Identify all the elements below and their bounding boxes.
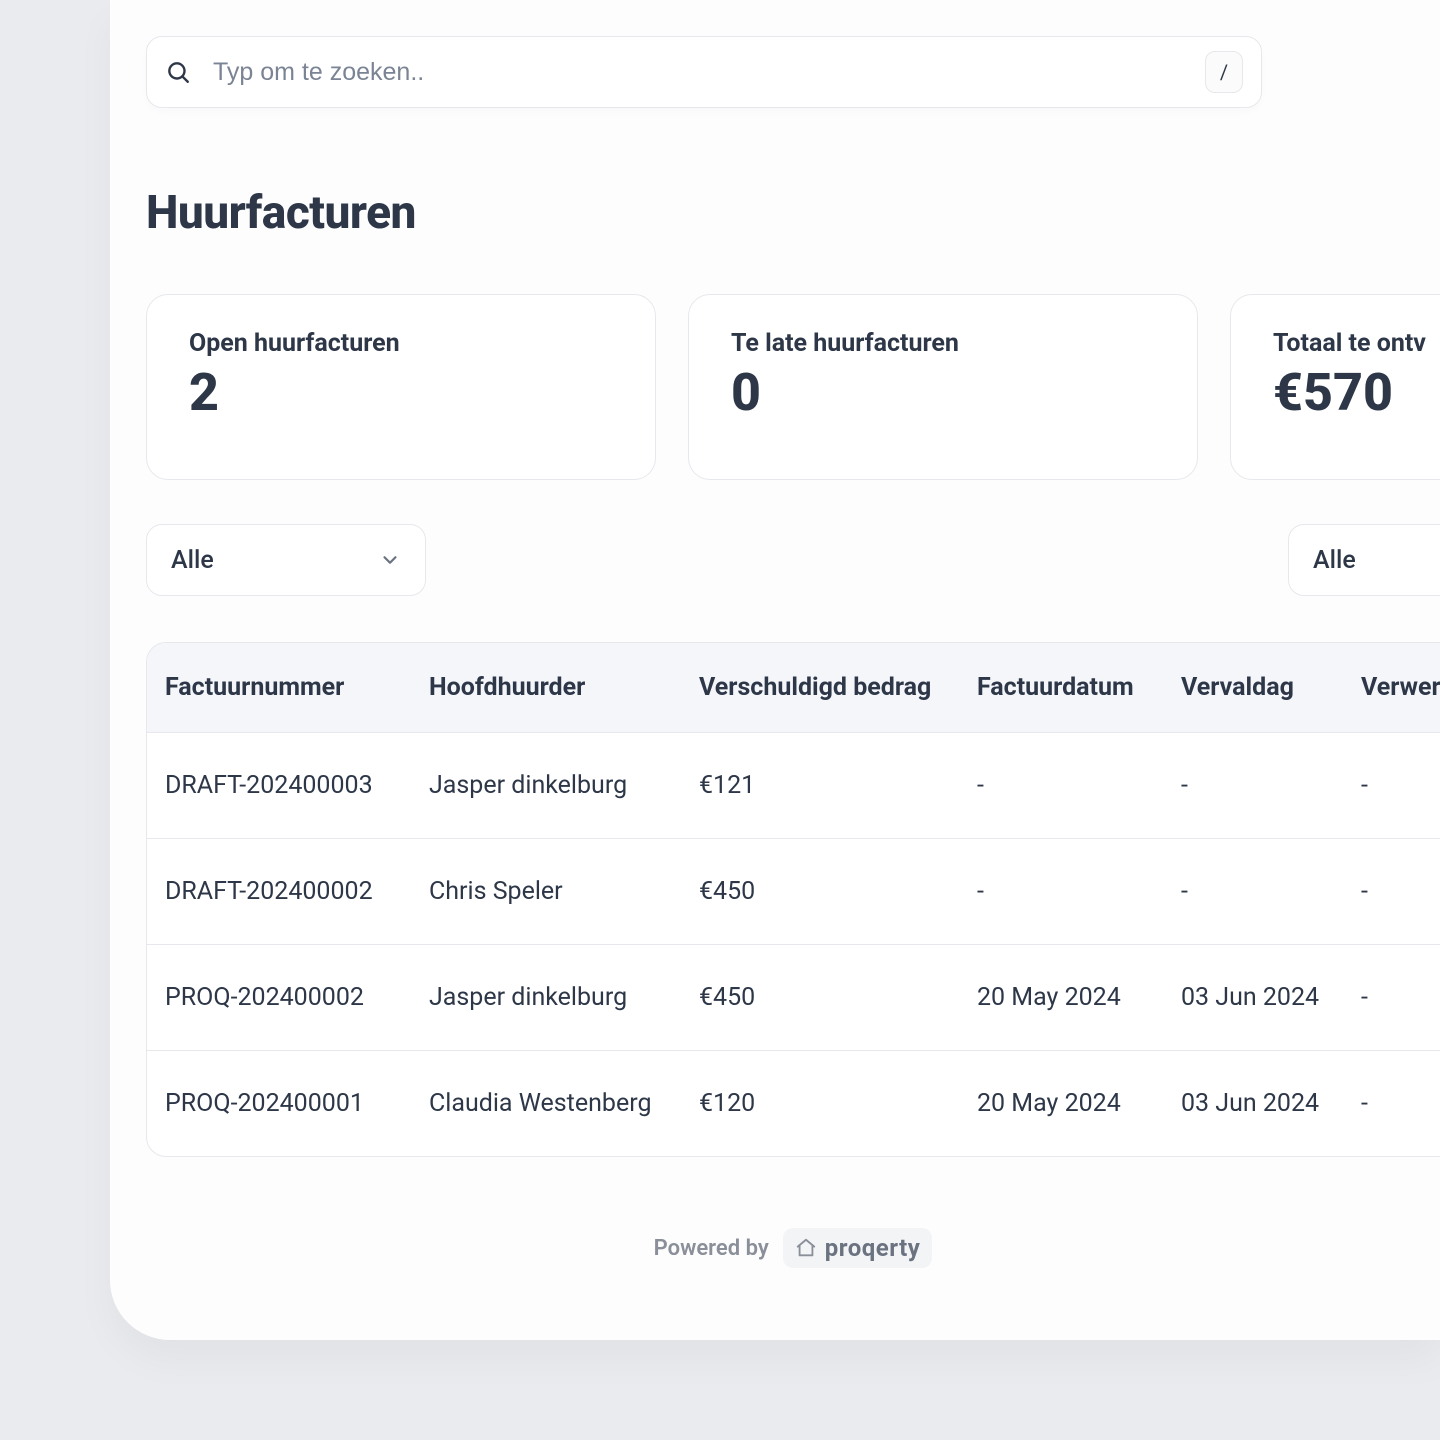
filter-status-dropdown[interactable]: Alle	[146, 524, 426, 596]
cell-process: -	[1347, 945, 1440, 1051]
search-shortcut-key: /	[1205, 51, 1243, 93]
th-tenant[interactable]: Hoofdhuurder	[415, 643, 685, 733]
dropdown-label: Alle	[1313, 546, 1356, 575]
cell-amount: €450	[685, 839, 963, 945]
cell-duedate: -	[1167, 733, 1347, 839]
cell-process: -	[1347, 839, 1440, 945]
footer: Powered by proqerty	[146, 1228, 1440, 1268]
stat-title: Totaal te ontv	[1273, 329, 1440, 358]
table-row[interactable]: PROQ-202400002 Jasper dinkelburg €450 20…	[147, 945, 1440, 1051]
chevron-down-icon	[379, 549, 401, 571]
cell-amount: €120	[685, 1051, 963, 1157]
app-window: / Huurfacturen Open huurfacturen 2 Te la…	[110, 0, 1440, 1340]
table-header-row: Factuurnummer Hoofdhuurder Verschuldigd …	[147, 643, 1440, 733]
powered-by-label: Powered by	[654, 1236, 769, 1261]
cell-tenant: Jasper dinkelburg	[415, 945, 685, 1051]
cell-invoice: PROQ-202400002	[147, 945, 415, 1051]
cell-tenant: Jasper dinkelburg	[415, 733, 685, 839]
stat-title: Open huurfacturen	[189, 329, 613, 358]
stat-value: €570	[1273, 362, 1440, 423]
stat-card-total: Totaal te ontv €570	[1230, 294, 1440, 480]
cell-duedate: 03 Jun 2024	[1167, 1051, 1347, 1157]
filter-secondary-dropdown[interactable]: Alle	[1288, 524, 1440, 596]
cell-amount: €121	[685, 733, 963, 839]
th-processed[interactable]: Verwer	[1347, 643, 1440, 733]
cell-tenant: Claudia Westenberg	[415, 1051, 685, 1157]
stat-card-open: Open huurfacturen 2	[146, 294, 656, 480]
table-row[interactable]: PROQ-202400001 Claudia Westenberg €120 2…	[147, 1051, 1440, 1157]
cell-invdate: -	[963, 839, 1167, 945]
cell-invdate: 20 May 2024	[963, 1051, 1167, 1157]
page-title: Huurfacturen	[146, 186, 416, 240]
cell-process: -	[1347, 1051, 1440, 1157]
stat-value: 0	[731, 362, 1155, 423]
stat-title: Te late huurfacturen	[731, 329, 1155, 358]
search-icon	[165, 59, 191, 85]
cell-invdate: 20 May 2024	[963, 945, 1167, 1051]
table-row[interactable]: DRAFT-202400002 Chris Speler €450 - - -	[147, 839, 1440, 945]
table-row[interactable]: DRAFT-202400003 Jasper dinkelburg €121 -…	[147, 733, 1440, 839]
stats-row: Open huurfacturen 2 Te late huurfacturen…	[146, 294, 1440, 480]
th-due-date[interactable]: Vervaldag	[1167, 643, 1347, 733]
cell-invoice: DRAFT-202400002	[147, 839, 415, 945]
dropdown-label: Alle	[171, 546, 214, 575]
cell-duedate: 03 Jun 2024	[1167, 945, 1347, 1051]
brand-badge[interactable]: proqerty	[783, 1228, 933, 1268]
cell-invdate: -	[963, 733, 1167, 839]
th-amount[interactable]: Verschuldigd bedrag	[685, 643, 963, 733]
invoices-table: Factuurnummer Hoofdhuurder Verschuldigd …	[146, 642, 1440, 1157]
brand-logo-icon	[795, 1237, 817, 1259]
stat-value: 2	[189, 362, 613, 423]
search-bar[interactable]: /	[146, 36, 1262, 108]
th-invoice-date[interactable]: Factuurdatum	[963, 643, 1167, 733]
cell-tenant: Chris Speler	[415, 839, 685, 945]
search-input[interactable]	[213, 58, 1205, 87]
brand-name: proqerty	[825, 1234, 921, 1262]
th-invoice[interactable]: Factuurnummer	[147, 643, 415, 733]
stat-card-late: Te late huurfacturen 0	[688, 294, 1198, 480]
cell-amount: €450	[685, 945, 963, 1051]
cell-invoice: DRAFT-202400003	[147, 733, 415, 839]
cell-process: -	[1347, 733, 1440, 839]
cell-invoice: PROQ-202400001	[147, 1051, 415, 1157]
cell-duedate: -	[1167, 839, 1347, 945]
